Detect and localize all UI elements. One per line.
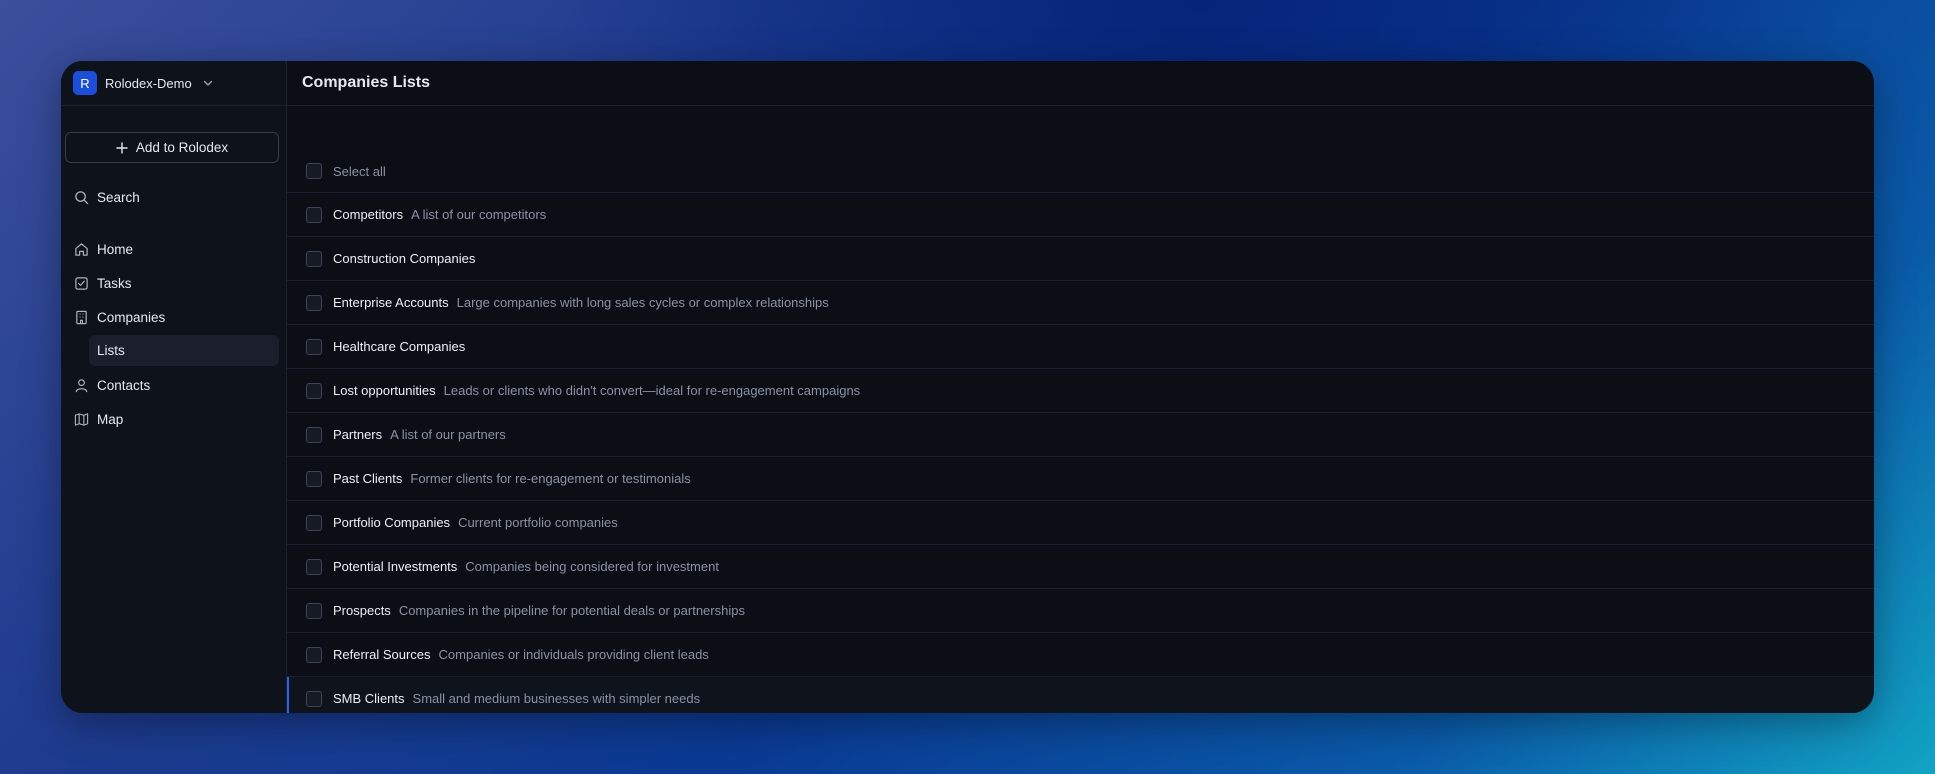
list-description: Companies being considered for investmen… — [465, 559, 719, 574]
row-checkbox[interactable] — [306, 250, 322, 267]
select-all-label: Select all — [333, 163, 386, 179]
row-checkbox[interactable] — [306, 294, 322, 311]
row-checkbox[interactable] — [306, 382, 322, 399]
list-name: Enterprise Accounts — [333, 295, 449, 310]
main-content: Companies Lists Select all Competitors A … — [287, 61, 1874, 713]
list-description: A list of our partners — [390, 427, 506, 442]
list-name: Prospects — [333, 603, 391, 618]
list-row[interactable]: Past Clients Former clients for re-engage… — [287, 456, 1874, 500]
list-row[interactable]: Enterprise Accounts Large companies with … — [287, 280, 1874, 324]
list-row[interactable]: Competitors A list of our competitors — [287, 192, 1874, 236]
map-icon — [73, 411, 89, 427]
sidebar: R Rolodex-Demo Add to Rolodex Search Hom… — [61, 61, 287, 713]
user-icon — [73, 377, 89, 393]
list-row[interactable]: Construction Companies — [287, 236, 1874, 280]
add-button-label: Add to Rolodex — [135, 140, 229, 155]
list-name: Competitors — [333, 207, 404, 222]
row-checkbox[interactable] — [306, 470, 322, 487]
list-row[interactable]: Lost opportunities Leads or clients who d… — [287, 368, 1874, 412]
sidebar-item-label: Companies — [97, 309, 166, 325]
plus-icon — [116, 141, 128, 154]
workspace-switcher[interactable]: R Rolodex-Demo — [61, 61, 286, 106]
sidebar-item-label: Map — [97, 411, 124, 427]
list-name: Portfolio Companies — [333, 515, 451, 530]
building-icon — [73, 309, 89, 325]
sidebar-item-label: Search — [97, 189, 140, 205]
sidebar-item-home[interactable]: Home — [73, 235, 275, 263]
sidebar-item-contacts[interactable]: Contacts — [73, 371, 275, 399]
workspace-name: Rolodex-Demo — [105, 75, 192, 91]
row-checkbox[interactable] — [306, 426, 322, 443]
list-description: Current portfolio companies — [458, 515, 618, 530]
list-name: Potential Investments — [333, 559, 458, 574]
sidebar-item-companies[interactable]: Companies — [73, 303, 275, 331]
app-window: R Rolodex-Demo Add to Rolodex Search Hom… — [61, 61, 1874, 713]
list-description: Companies in the pipeline for potential … — [398, 603, 745, 618]
search-icon — [73, 189, 89, 205]
sidebar-item-label: Tasks — [97, 275, 132, 291]
sidebar-item-label: Home — [97, 241, 134, 257]
sidebar-item-label: Contacts — [97, 377, 151, 393]
row-checkbox[interactable] — [306, 558, 322, 575]
row-checkbox[interactable] — [306, 338, 322, 355]
workspace-avatar: R — [73, 71, 97, 95]
row-checkbox[interactable] — [306, 646, 322, 663]
add-to-rolodex-button[interactable]: Add to Rolodex — [65, 132, 279, 163]
list-name: Past Clients — [333, 471, 403, 486]
list-description: Companies or individuals providing clien… — [438, 647, 709, 662]
row-checkbox[interactable] — [306, 690, 322, 707]
list-row[interactable]: Healthcare Companies — [287, 324, 1874, 368]
list-row[interactable]: Partners A list of our partners — [287, 412, 1874, 456]
list-description: A list of our competitors — [411, 207, 547, 222]
lists-table: Competitors A list of our competitors Con… — [287, 192, 1874, 713]
list-name: Healthcare Companies — [333, 339, 466, 354]
list-row[interactable]: SMB Clients Small and medium businesses w… — [287, 676, 1874, 713]
page-title: Companies Lists — [302, 74, 431, 91]
select-all-checkbox[interactable] — [306, 163, 322, 179]
list-description: Large companies with long sales cycles o… — [456, 295, 829, 310]
sidebar-item-map[interactable]: Map — [73, 405, 275, 433]
list-description: Leads or clients who didn't convert—idea… — [443, 383, 861, 398]
list-row[interactable]: Potential Investments Companies being con… — [287, 544, 1874, 588]
row-checkbox[interactable] — [306, 206, 322, 223]
row-checkbox[interactable] — [306, 602, 322, 619]
tasks-icon — [73, 275, 89, 291]
sidebar-item-lists[interactable]: Lists — [89, 335, 279, 366]
list-description: Former clients for re-engagement or test… — [410, 471, 691, 486]
chevron-down-icon — [202, 77, 214, 89]
sidebar-item-label: Lists — [97, 343, 125, 358]
list-name: Referral Sources — [333, 647, 431, 662]
list-row[interactable]: Portfolio Companies Current portfolio com… — [287, 500, 1874, 544]
list-name: Lost opportunities — [333, 383, 436, 398]
list-description: Small and medium businesses with simpler… — [412, 691, 701, 706]
list-row[interactable]: Prospects Companies in the pipeline for p… — [287, 588, 1874, 632]
sidebar-item-search[interactable]: Search — [73, 183, 275, 211]
header-bar: Companies Lists — [287, 61, 1874, 106]
row-checkbox[interactable] — [306, 514, 322, 531]
list-name: SMB Clients — [333, 691, 405, 706]
home-icon — [73, 241, 89, 257]
list-name: Partners — [333, 427, 383, 442]
list-row[interactable]: Referral Sources Companies or individuals… — [287, 632, 1874, 676]
sidebar-item-tasks[interactable]: Tasks — [73, 269, 275, 297]
list-name: Construction Companies — [333, 251, 476, 266]
select-all-row[interactable]: Select all — [306, 163, 386, 179]
